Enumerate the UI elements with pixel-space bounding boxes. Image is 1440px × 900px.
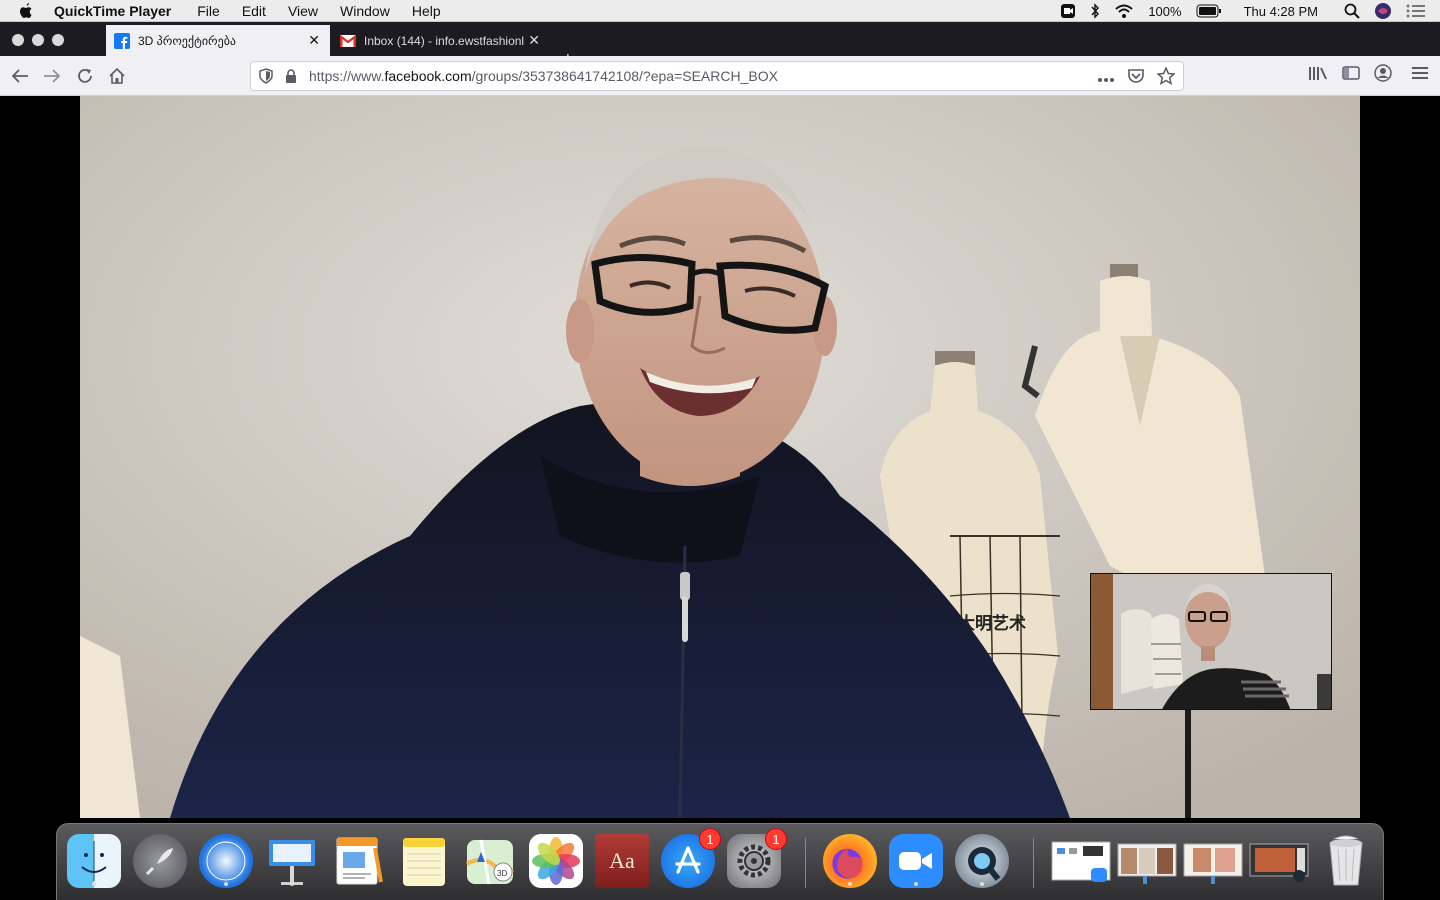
spotlight-search-icon[interactable] [1344, 3, 1360, 19]
forward-arrow-icon[interactable] [40, 64, 64, 88]
home-icon[interactable] [105, 64, 129, 88]
dictionary-icon[interactable]: Aa [595, 834, 649, 888]
secure-lock-icon[interactable] [285, 69, 299, 83]
safari-icon[interactable] [199, 834, 253, 888]
close-tab-icon[interactable]: ✕ [308, 33, 320, 47]
screen-recording-icon[interactable] [1060, 3, 1076, 19]
browser-tab-strip: 3D პროექტირება ✕ Inbox (144) - info.ewst… [0, 22, 1440, 70]
running-indicator [290, 882, 294, 886]
tracking-protection-shield-icon[interactable] [259, 68, 275, 84]
battery-percent[interactable]: 100% [1148, 4, 1181, 19]
menu-help[interactable]: Help [412, 3, 441, 19]
dock-separator [1033, 838, 1034, 888]
battery-icon[interactable] [1196, 4, 1222, 18]
svg-text:3D: 3D [497, 869, 507, 878]
library-icon[interactable] [1308, 65, 1328, 86]
quicktime-video-window: 大明艺术 [0, 96, 1440, 821]
wifi-icon[interactable] [1114, 3, 1134, 19]
url-host: facebook.com [384, 68, 472, 84]
main-video-feed[interactable]: 大明艺术 [80, 96, 1360, 818]
self-view-video[interactable] [1090, 573, 1332, 710]
trash-icon[interactable] [1319, 834, 1373, 888]
minimized-window-thumbnail-1[interactable] [1051, 834, 1111, 888]
notes-icon[interactable] [397, 834, 451, 888]
self-view-scene [1091, 574, 1331, 709]
menu-view[interactable]: View [288, 3, 318, 19]
apple-menu-icon[interactable] [18, 2, 40, 20]
tab-gmail-inbox[interactable]: Inbox (144) - info.ewstfashionla ✕ [332, 25, 550, 56]
sidebar-toggle-icon[interactable] [1342, 65, 1360, 86]
minimized-window-thumbnail-2[interactable] [1117, 834, 1177, 888]
menu-edit[interactable]: Edit [242, 3, 266, 19]
dock-separator [805, 838, 806, 888]
bookmark-star-icon[interactable] [1156, 66, 1176, 90]
zoom-window-button[interactable] [52, 34, 64, 46]
pocket-icon[interactable] [1127, 68, 1145, 89]
url-path: /groups/353738641742108/?epa=SEARCH_BOX [471, 68, 778, 84]
gmail-icon [340, 33, 356, 49]
dictionary-text: Aa [609, 848, 635, 873]
launchpad-icon[interactable] [133, 834, 187, 888]
tab-facebook-group[interactable]: 3D პროექტირება ✕ [106, 25, 330, 56]
running-indicator [980, 882, 984, 886]
siri-icon[interactable] [1374, 2, 1392, 20]
page-actions-more-icon[interactable] [1097, 70, 1115, 88]
minimize-window-button[interactable] [32, 34, 44, 46]
macos-dock: 3D Aa 1 1 [56, 823, 1384, 900]
running-indicator [92, 882, 96, 886]
bluetooth-icon[interactable] [1090, 3, 1100, 19]
running-indicator [848, 882, 852, 886]
tab-label: Inbox (144) - info.ewstfashionla [364, 33, 524, 48]
account-icon[interactable] [1374, 64, 1392, 87]
facebook-icon [114, 32, 130, 49]
photos-icon[interactable] [529, 834, 583, 888]
pages-icon[interactable] [331, 834, 385, 888]
keynote-icon[interactable] [265, 834, 319, 888]
menu-window[interactable]: Window [340, 3, 390, 19]
window-controls [12, 34, 64, 46]
tab-label: 3D პროექტირება [138, 33, 237, 48]
browser-toolbar: https://www.facebook.com/groups/35373864… [0, 56, 1440, 96]
close-tab-icon[interactable]: ✕ [528, 33, 540, 47]
macos-menubar: QuickTime Player File Edit View Window H… [0, 0, 1440, 22]
close-window-button[interactable] [12, 34, 24, 46]
clock[interactable]: Thu 4:28 PM [1244, 4, 1318, 19]
back-arrow-icon[interactable] [8, 64, 32, 88]
running-indicator [914, 882, 918, 886]
system-preferences-icon[interactable]: 1 [727, 828, 787, 888]
system-preferences-badge: 1 [765, 828, 787, 850]
minimized-window-thumbnail-3[interactable] [1183, 834, 1243, 888]
quicktime-player-icon[interactable] [955, 834, 1009, 888]
finder-icon[interactable] [67, 834, 121, 888]
firefox-icon[interactable] [823, 834, 877, 888]
running-indicator [224, 882, 228, 886]
zoom-icon[interactable] [889, 834, 943, 888]
menu-file[interactable]: File [197, 3, 220, 19]
menu-app-name[interactable]: QuickTime Player [54, 3, 171, 19]
app-store-icon[interactable]: 1 [661, 828, 721, 888]
maps-icon[interactable]: 3D [463, 834, 517, 888]
address-bar[interactable]: https://www.facebook.com/groups/35373864… [250, 61, 1184, 91]
url-text[interactable]: https://www.facebook.com/groups/35373864… [309, 68, 778, 84]
app-store-badge: 1 [699, 828, 721, 850]
minimized-window-thumbnail-4[interactable] [1249, 834, 1309, 888]
notification-center-icon[interactable] [1406, 4, 1426, 18]
reload-icon[interactable] [73, 64, 97, 88]
url-prefix: https://www. [309, 68, 385, 84]
hamburger-menu-icon[interactable] [1412, 66, 1430, 85]
